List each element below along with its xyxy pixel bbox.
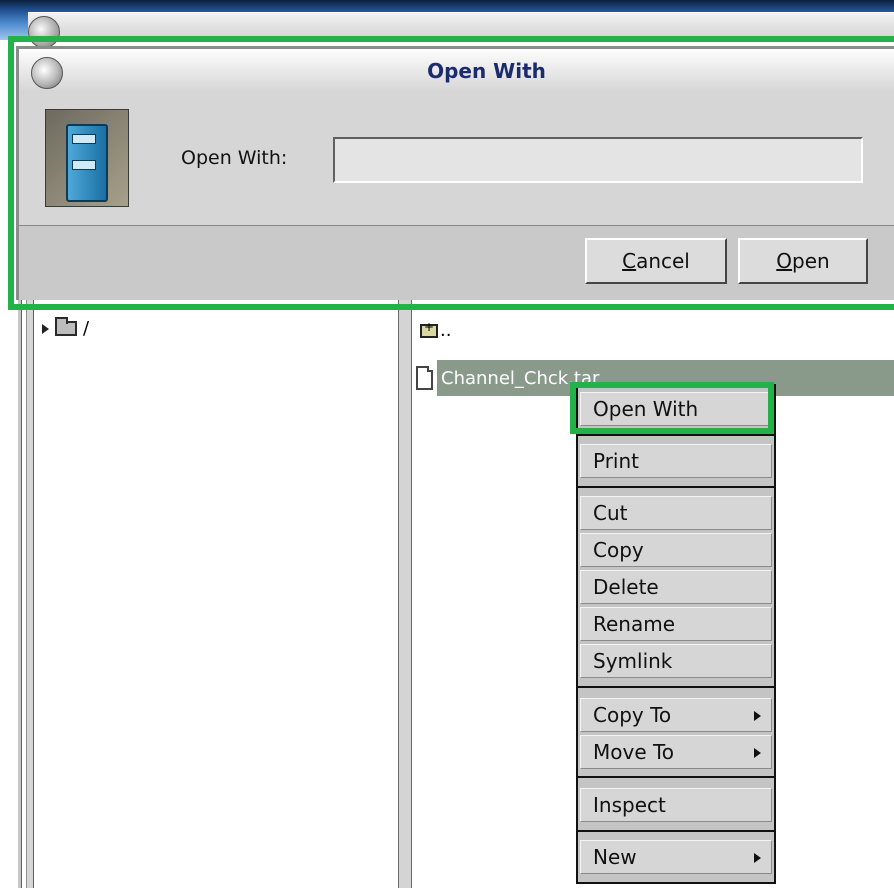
open-rest: pen	[792, 249, 830, 273]
menu-item-rename[interactable]: Rename	[580, 607, 772, 641]
expand-triangle-icon[interactable]	[42, 323, 49, 334]
menu-item-delete[interactable]: Delete	[580, 570, 772, 604]
menu-item-move-to[interactable]: Move To	[580, 735, 772, 769]
cancel-rest: ancel	[636, 249, 690, 273]
menu-separator	[578, 486, 774, 488]
menu-item-inspect[interactable]: Inspect	[580, 788, 772, 822]
parent-folder-icon	[420, 320, 438, 338]
tree-root-label: /	[83, 318, 90, 339]
folder-icon	[55, 317, 77, 336]
background-window-titlebar	[0, 0, 894, 40]
tree-root-item[interactable]: /	[42, 317, 90, 339]
cancel-button[interactable]: Cancel	[585, 238, 727, 284]
menu-item-print[interactable]: Print	[580, 444, 772, 478]
menu-separator	[578, 776, 774, 778]
menu-item-copy[interactable]: Copy	[580, 533, 772, 567]
file-icon	[416, 366, 433, 390]
menu-item-symlink[interactable]: Symlink	[580, 644, 772, 678]
dialog-titlebar[interactable]: Open With	[19, 49, 894, 94]
open-with-dialog: Open With Open With: Cancel Open	[16, 46, 894, 300]
window-menu-icon[interactable]	[28, 16, 60, 48]
parent-folder-label: ..	[440, 320, 452, 341]
menu-item-open-with[interactable]: Open With	[580, 392, 772, 426]
parent-folder-entry[interactable]: ..	[420, 320, 451, 341]
move-to-label: Move To	[593, 740, 675, 764]
dialog-footer: Cancel Open	[19, 226, 894, 300]
submenu-arrow-icon	[754, 853, 761, 863]
background-title-strip	[28, 12, 894, 37]
file-cabinet-icon	[45, 109, 129, 207]
menu-item-copy-to[interactable]: Copy To	[580, 698, 772, 732]
menu-item-new[interactable]: New	[580, 840, 772, 874]
context-menu: Open With Print Cut Copy Delete Rename S…	[576, 384, 776, 884]
open-with-label: Open With:	[181, 147, 288, 169]
open-mnemonic: O	[776, 249, 793, 273]
open-button[interactable]: Open	[738, 238, 868, 284]
new-label: New	[593, 845, 637, 869]
dialog-title: Open With	[427, 59, 546, 83]
menu-item-cut[interactable]: Cut	[580, 496, 772, 530]
left-pane-border	[26, 296, 34, 888]
menu-separator	[578, 434, 774, 436]
left-frame-border	[18, 296, 22, 888]
file-cabinet-drawers	[66, 124, 108, 202]
submenu-arrow-icon	[754, 748, 761, 758]
copy-to-label: Copy To	[593, 703, 672, 727]
dialog-body: Open With:	[19, 93, 894, 226]
pane-divider[interactable]	[398, 296, 412, 888]
submenu-arrow-icon	[754, 711, 761, 721]
cancel-mnemonic: C	[622, 249, 637, 273]
open-with-input[interactable]	[333, 137, 863, 183]
menu-separator	[578, 686, 774, 688]
menu-separator	[578, 830, 774, 832]
